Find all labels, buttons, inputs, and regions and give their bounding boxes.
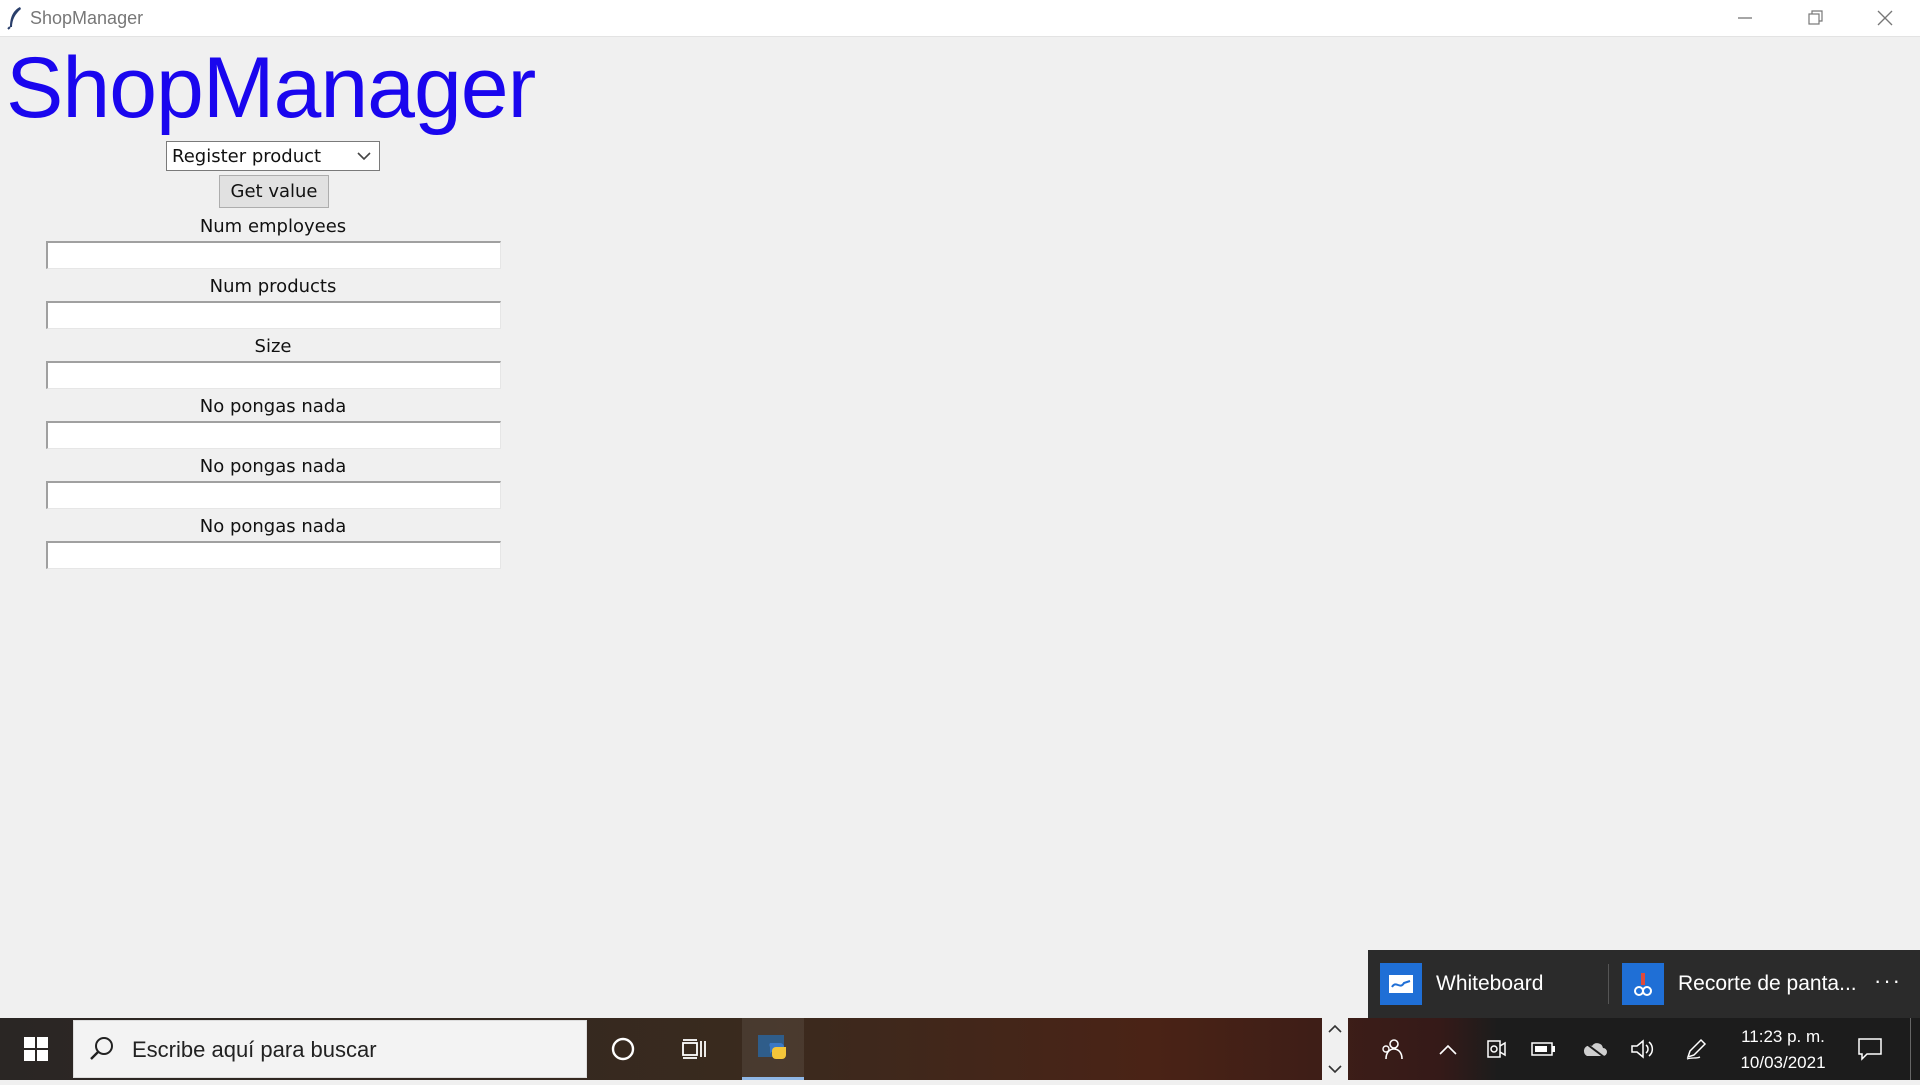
window-title: ShopManager [30,8,144,28]
battery-button[interactable] [1524,1018,1564,1080]
cortana-button[interactable] [600,1018,646,1080]
extra-2-input[interactable] [46,481,501,509]
pen-workspace-button[interactable] [1674,1018,1718,1080]
python-taskbar-button[interactable] [742,1018,804,1080]
window-title-bar: ShopManager [0,0,1920,37]
extra-3-input[interactable] [46,541,501,569]
field-label-size: Size [254,336,292,357]
start-button[interactable] [0,1018,72,1080]
speaker-icon [1631,1039,1654,1059]
close-icon [1877,10,1893,26]
feather-icon [7,7,21,30]
python-icon [758,1034,786,1059]
extra-1-input[interactable] [46,421,501,449]
cloud-icon [1583,1041,1607,1058]
people-icon [1382,1039,1403,1060]
notification-divider [1608,964,1609,1004]
onedrive-button[interactable] [1572,1018,1616,1080]
chevron-up-icon [1439,1044,1457,1055]
search-placeholder: Escribe aquí para buscar [132,1037,377,1062]
action-center-button[interactable] [1848,1018,1892,1080]
notification-center-icon [1858,1038,1882,1061]
minimize-icon [1738,17,1752,19]
get-value-button[interactable]: Get value [219,175,329,208]
camera-icon [1487,1040,1506,1058]
taskbar-notification-strip: Whiteboard Recorte de panta... ··· [1368,950,1920,1018]
restore-icon [1808,10,1823,25]
num-employees-input[interactable] [46,241,501,269]
whiteboard-icon [1380,963,1422,1005]
taskbar: Escribe aquí para buscar 11:23 p. m. 10/… [0,1018,1920,1080]
notification-snip[interactable]: Recorte de panta... [1622,962,1857,1006]
show-desktop-button[interactable] [1910,1018,1917,1080]
dropdown-selected-value: Register product [172,146,322,167]
action-dropdown[interactable]: Register product [166,141,380,171]
size-input[interactable] [46,361,501,389]
clock-time: 11:23 p. m. [1741,1027,1825,1046]
people-button[interactable] [1370,1018,1414,1080]
close-button[interactable] [1850,0,1920,36]
clock-date: 10/03/2021 [1740,1053,1826,1072]
notification-whiteboard[interactable]: Whiteboard [1380,962,1543,1006]
more-icon[interactable]: ··· [1874,968,1902,994]
show-hidden-icons-button[interactable] [1428,1018,1468,1080]
pen-icon [1686,1038,1707,1060]
taskbar-scroll-arrows[interactable] [1322,1018,1348,1080]
field-label-num-products: Num products [209,276,337,297]
chevron-down-icon [357,152,371,161]
field-label-extra-2: No pongas nada [199,456,347,477]
minimize-button[interactable] [1710,0,1780,36]
field-label-num-employees: Num employees [199,216,347,237]
task-view-button[interactable] [672,1018,718,1080]
volume-button[interactable] [1622,1018,1662,1080]
cortana-circle-icon [611,1037,635,1061]
notification-label: Recorte de panta... [1678,972,1857,995]
field-label-extra-3: No pongas nada [199,516,347,537]
task-view-icon [682,1039,706,1059]
taskbar-clock[interactable]: 11:23 p. m. 10/03/2021 [1728,1024,1838,1076]
chevron-up-icon [1328,1024,1342,1074]
battery-icon [1531,1042,1555,1056]
num-products-input[interactable] [46,301,501,329]
app-heading: ShopManager [6,40,536,136]
taskbar-search-box[interactable]: Escribe aquí para buscar [73,1020,587,1078]
notification-label: Whiteboard [1436,972,1544,995]
snip-icon [1622,963,1664,1005]
restore-button[interactable] [1780,0,1850,36]
field-label-extra-1: No pongas nada [199,396,347,417]
meet-now-button[interactable] [1476,1018,1516,1080]
windows-logo-icon [24,1037,48,1061]
search-icon [90,1037,113,1060]
